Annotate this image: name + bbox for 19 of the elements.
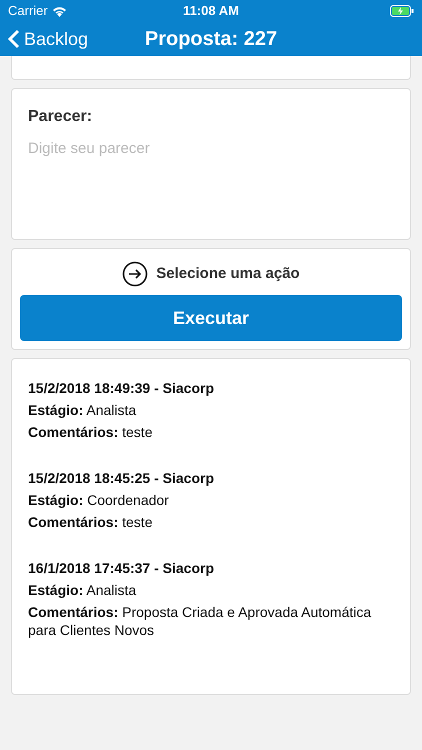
- carrier-text: Carrier: [8, 2, 48, 20]
- chevron-left-icon: [8, 29, 20, 49]
- wifi-icon: [52, 6, 67, 16]
- entry-header: 15/2/2018 18:45:25 - Siacorp: [28, 469, 216, 487]
- back-button[interactable]: Backlog: [8, 26, 88, 52]
- action-select[interactable]: Selecione uma ação: [156, 262, 300, 286]
- stage-text: Estágio: Coordenador: [28, 491, 170, 509]
- comment-text: Comentários: teste: [28, 513, 154, 531]
- comment-text: Comentários: teste: [28, 423, 154, 441]
- stage-text: Estágio: Analista: [28, 401, 138, 419]
- entry-header: 15/2/2018 18:49:39 - Siacorp: [28, 379, 216, 397]
- opinion-label: Parecer:: [28, 107, 94, 127]
- stage-text: Estágio: Analista: [28, 581, 138, 599]
- clock-text: 11:08 AM: [183, 2, 239, 20]
- comment-text: Comentários: Proposta Criada e Aprovada Automática para Clientes Novos: [28, 603, 372, 639]
- arrow-circle-icon: [122, 261, 148, 287]
- entry-header: 16/1/2018 17:45:37 - Siacorp: [28, 559, 216, 577]
- page-title: Proposta: 227: [144, 27, 278, 52]
- execute-button[interactable]: Executar: [20, 295, 402, 341]
